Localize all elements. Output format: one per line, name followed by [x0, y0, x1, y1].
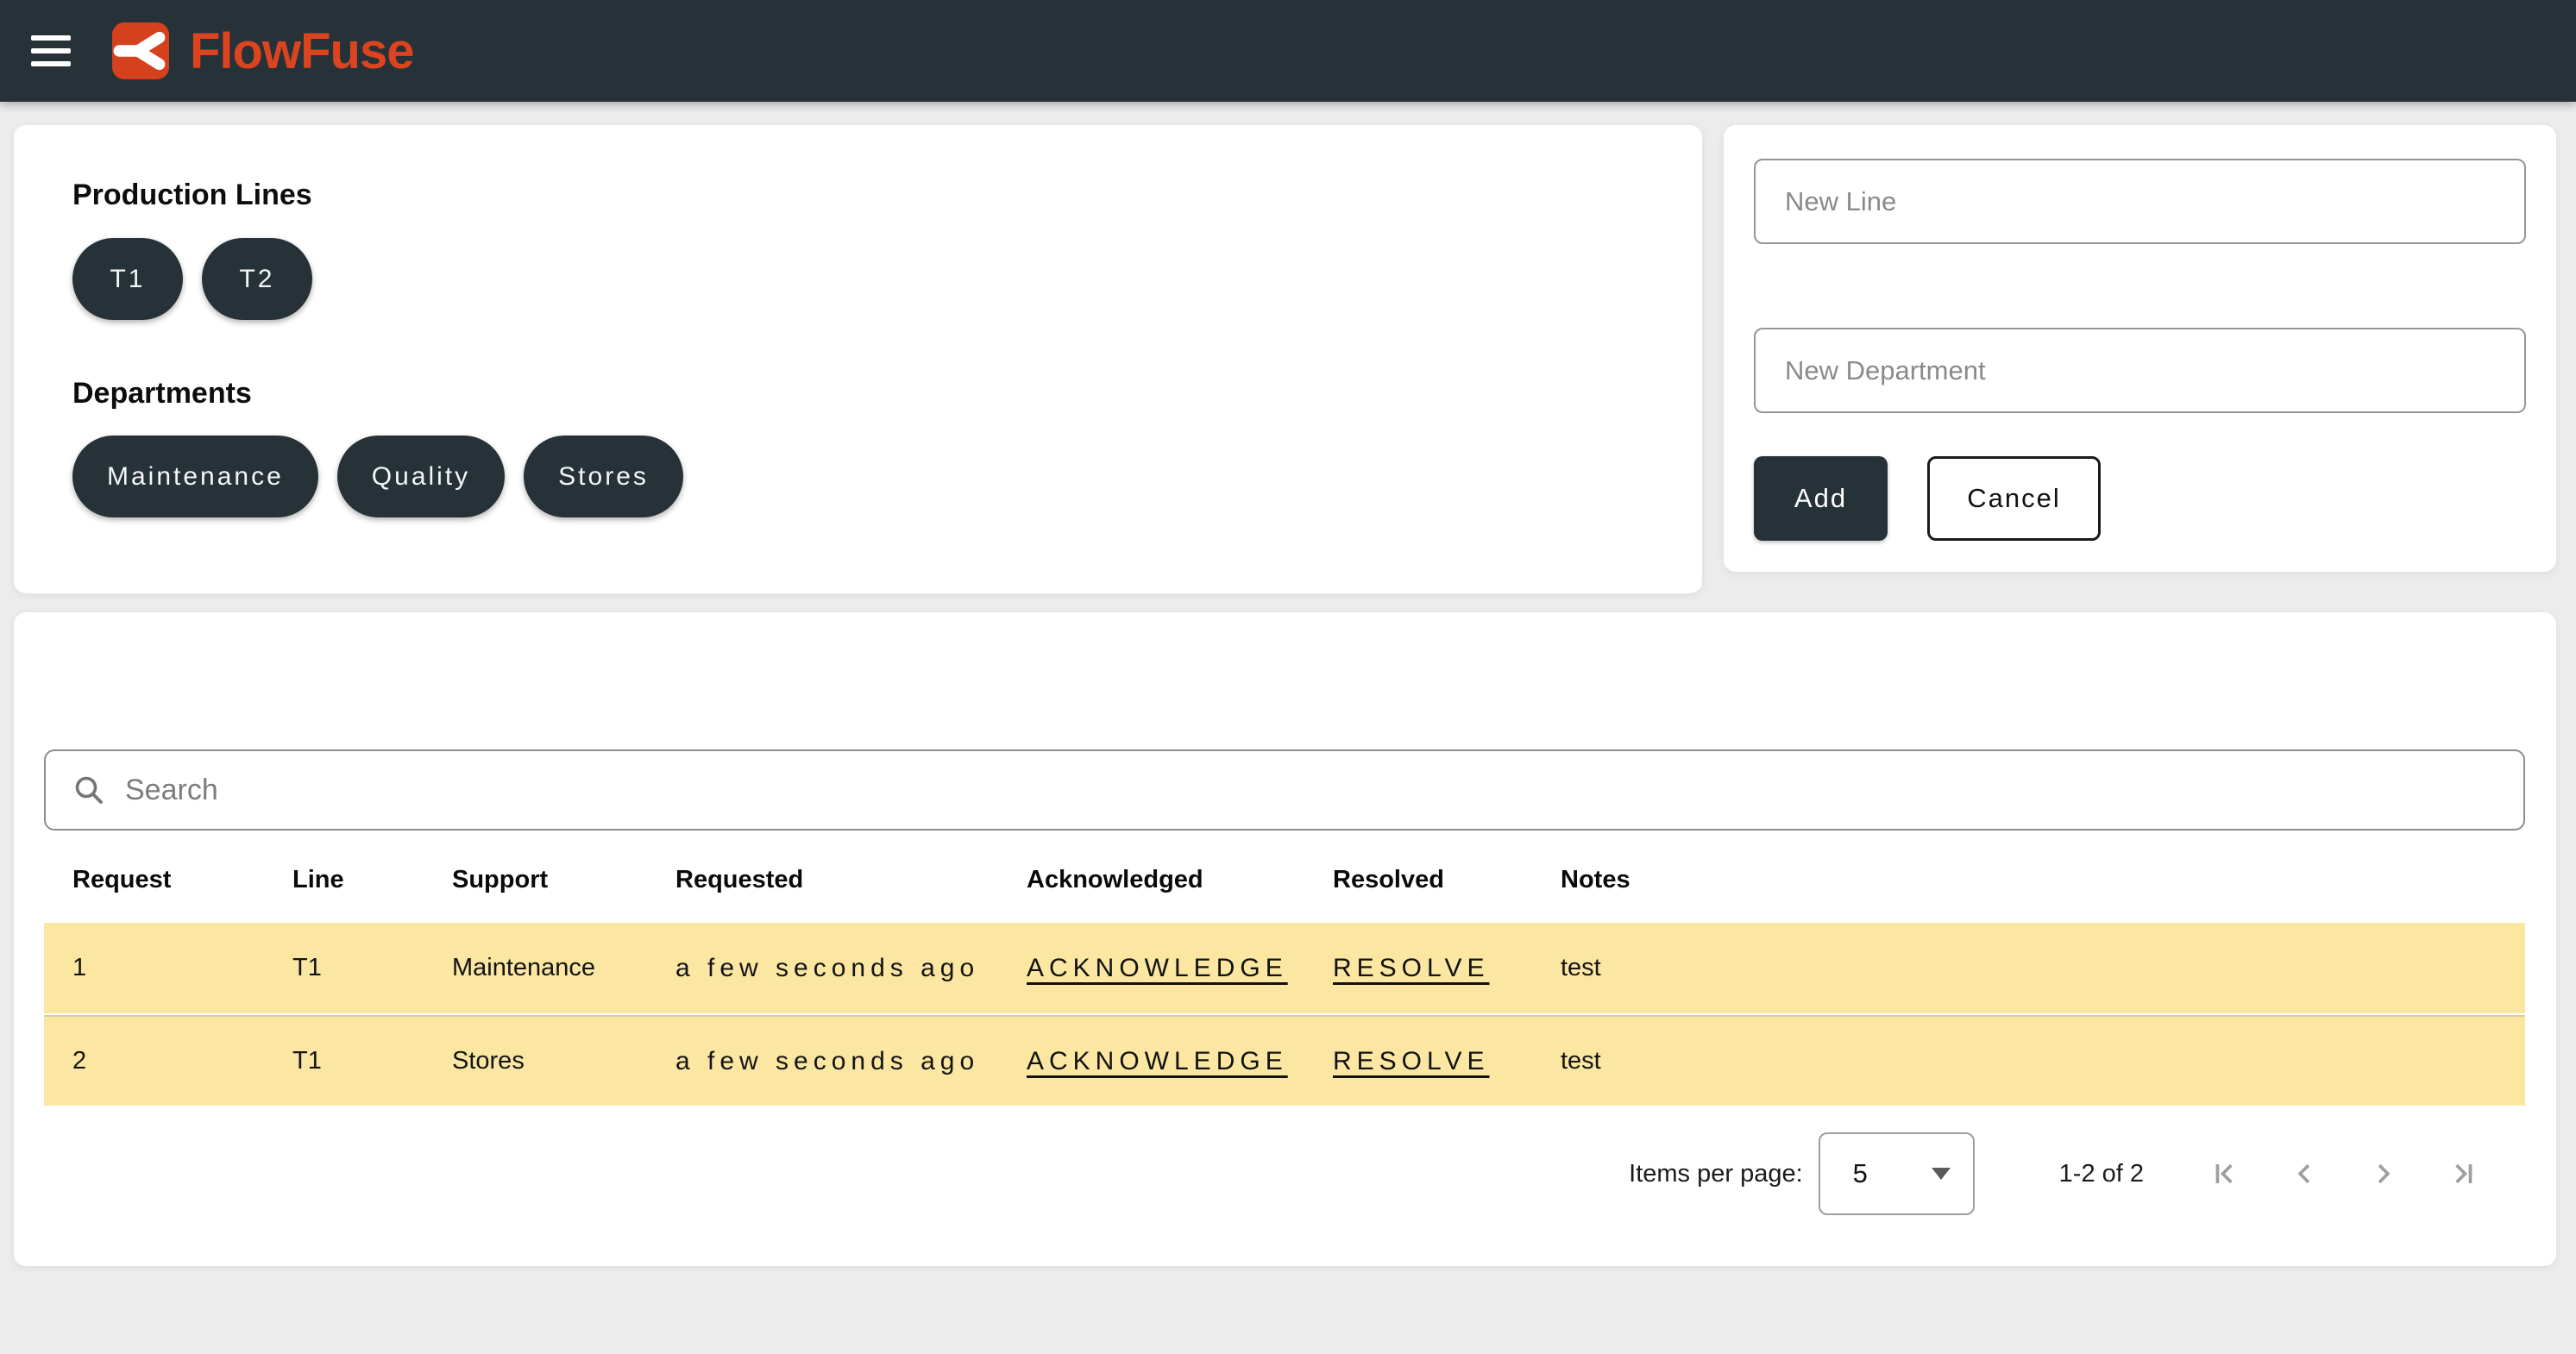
search-field[interactable] — [44, 749, 2525, 831]
next-page-button[interactable] — [2358, 1148, 2410, 1200]
add-form-card: Add Cancel — [1724, 125, 2556, 572]
new-line-input[interactable] — [1754, 159, 2526, 244]
column-header-acknowledged: Acknowledged — [1027, 866, 1333, 894]
column-header-support: Support — [452, 866, 675, 894]
requests-card: Request Line Support Requested Acknowled… — [14, 612, 2556, 1266]
last-page-button[interactable] — [2437, 1148, 2489, 1200]
new-department-input[interactable] — [1754, 328, 2526, 413]
items-per-page-label: Items per page: — [1629, 1160, 1803, 1188]
cancel-button[interactable]: Cancel — [1927, 456, 2101, 541]
resolve-link[interactable]: RESOLVE — [1333, 954, 1490, 983]
search-input[interactable] — [125, 774, 2497, 807]
brand-title: FlowFuse — [190, 22, 413, 80]
department-chip-stores[interactable]: Stores — [524, 436, 683, 517]
add-button[interactable]: Add — [1754, 456, 1888, 541]
first-page-icon — [2206, 1155, 2244, 1193]
table-header-row: Request Line Support Requested Acknowled… — [44, 845, 2525, 914]
cell-request: 2 — [72, 1047, 292, 1075]
column-header-request: Request — [72, 866, 292, 894]
department-chip-quality[interactable]: Quality — [337, 436, 505, 517]
column-header-resolved: Resolved — [1333, 866, 1561, 894]
page-range-label: 1-2 of 2 — [2059, 1160, 2144, 1188]
filters-card: Production Lines T1 T2 Departments Maint… — [14, 125, 1702, 593]
previous-page-button[interactable] — [2278, 1148, 2330, 1200]
cell-notes: test — [1561, 1047, 2525, 1075]
hamburger-menu-button[interactable] — [12, 12, 90, 90]
flowfuse-fork-icon — [112, 22, 169, 79]
items-per-page-select[interactable]: 5 — [1819, 1132, 1975, 1215]
column-header-requested: Requested — [675, 866, 1027, 894]
departments-chip-row: Maintenance Quality Stores — [72, 436, 683, 517]
department-chip-maintenance[interactable]: Maintenance — [72, 436, 318, 517]
app-header: FlowFuse — [0, 0, 2576, 102]
last-page-icon — [2444, 1155, 2482, 1193]
table-row: 2 T1 Stores a few seconds ago ACKNOWLEDG… — [44, 1015, 2525, 1106]
resolve-link[interactable]: RESOLVE — [1333, 1047, 1490, 1076]
column-header-line: Line — [292, 866, 452, 894]
table-row: 1 T1 Maintenance a few seconds ago ACKNO… — [44, 923, 2525, 1013]
items-per-page-value: 5 — [1853, 1158, 1868, 1189]
acknowledge-link[interactable]: ACKNOWLEDGE — [1027, 1047, 1288, 1076]
cell-request: 1 — [72, 954, 292, 982]
cell-requested: a few seconds ago — [675, 1047, 1027, 1076]
cell-notes: test — [1561, 954, 2525, 982]
search-icon — [72, 773, 106, 807]
cell-requested: a few seconds ago — [675, 954, 1027, 983]
production-lines-chip-row: T1 T2 — [72, 238, 312, 320]
production-lines-title: Production Lines — [72, 179, 312, 212]
line-chip-t2[interactable]: T2 — [202, 238, 312, 320]
chevron-left-icon — [2285, 1155, 2323, 1193]
cell-line: T1 — [292, 1047, 452, 1075]
cell-support: Stores — [452, 1047, 675, 1075]
cell-line: T1 — [292, 954, 452, 982]
pagination-bar: Items per page: 5 1-2 of 2 — [1629, 1126, 2489, 1221]
cell-support: Maintenance — [452, 954, 675, 982]
column-header-notes: Notes — [1561, 866, 2525, 894]
acknowledge-link[interactable]: ACKNOWLEDGE — [1027, 954, 1288, 983]
form-button-row: Add Cancel — [1754, 456, 2101, 541]
departments-title: Departments — [72, 377, 252, 411]
hamburger-icon — [31, 35, 71, 66]
chevron-right-icon — [2365, 1155, 2403, 1193]
brand-logo: FlowFuse — [112, 22, 413, 80]
caret-down-icon — [1932, 1168, 1951, 1180]
first-page-button[interactable] — [2199, 1148, 2251, 1200]
line-chip-t1[interactable]: T1 — [72, 238, 183, 320]
